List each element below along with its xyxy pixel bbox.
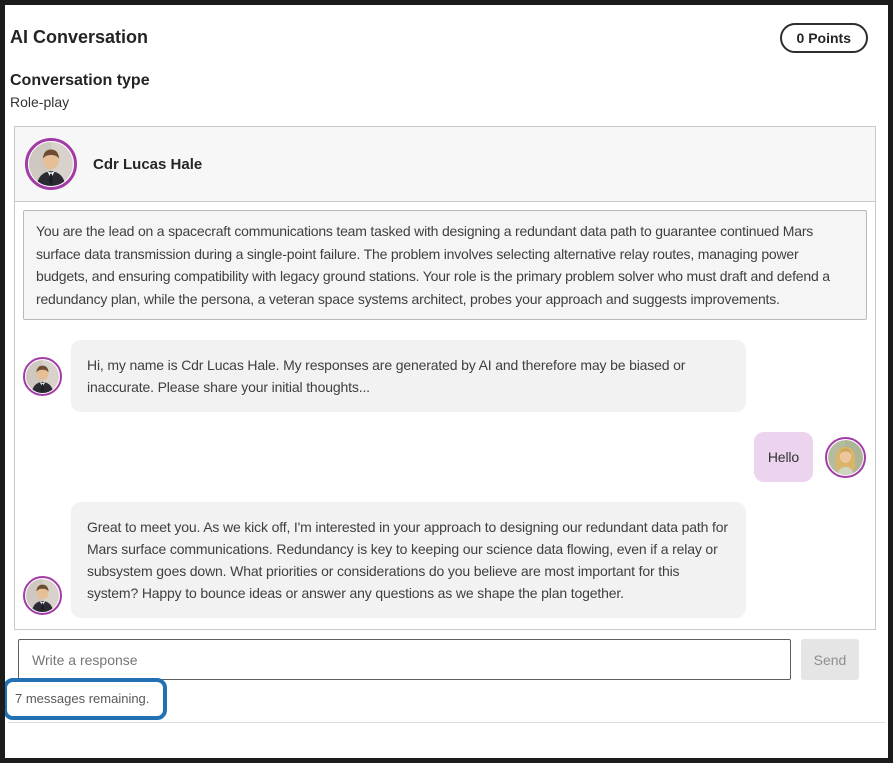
conversation-card: Cdr Lucas Hale You are the lead on a spa… bbox=[14, 126, 876, 630]
conversation-type-label: Conversation type bbox=[10, 72, 888, 90]
ai-avatar-icon bbox=[23, 357, 62, 396]
annotation-highlight-box: 7 messages remaining. bbox=[3, 678, 167, 720]
ai-conversation-page: AI Conversation 0 Points Conversation ty… bbox=[0, 0, 893, 763]
page-title: AI Conversation bbox=[10, 23, 148, 48]
conversation-type-section: Conversation type Role-play bbox=[10, 72, 888, 110]
response-input[interactable] bbox=[18, 639, 791, 680]
message-list: Hi, my name is Cdr Lucas Hale. My respon… bbox=[15, 328, 875, 629]
persona-name: Cdr Lucas Hale bbox=[93, 156, 202, 173]
ai-message-bubble: Great to meet you. As we kick off, I'm i… bbox=[71, 502, 746, 618]
send-button[interactable]: Send bbox=[801, 639, 859, 680]
user-avatar-icon bbox=[825, 437, 866, 478]
ai-message-bubble: Hi, my name is Cdr Lucas Hale. My respon… bbox=[71, 340, 746, 412]
points-badge: 0 Points bbox=[780, 23, 868, 53]
conversation-type-value: Role-play bbox=[10, 94, 888, 110]
messages-remaining-text: 7 messages remaining. bbox=[15, 691, 149, 706]
ai-avatar-icon bbox=[23, 576, 62, 615]
user-message-bubble: Hello bbox=[754, 432, 813, 482]
scenario-description: You are the lead on a spacecraft communi… bbox=[23, 210, 867, 320]
user-message-row: Hello bbox=[23, 432, 866, 482]
message-composer: Send bbox=[18, 639, 859, 680]
persona-avatar-icon bbox=[25, 138, 77, 190]
ai-message-row: Hi, my name is Cdr Lucas Hale. My respon… bbox=[23, 340, 867, 412]
ai-message-row: Great to meet you. As we kick off, I'm i… bbox=[23, 502, 867, 618]
page-header: AI Conversation 0 Points bbox=[10, 23, 868, 53]
bottom-divider bbox=[8, 722, 885, 723]
persona-header: Cdr Lucas Hale bbox=[15, 127, 875, 202]
